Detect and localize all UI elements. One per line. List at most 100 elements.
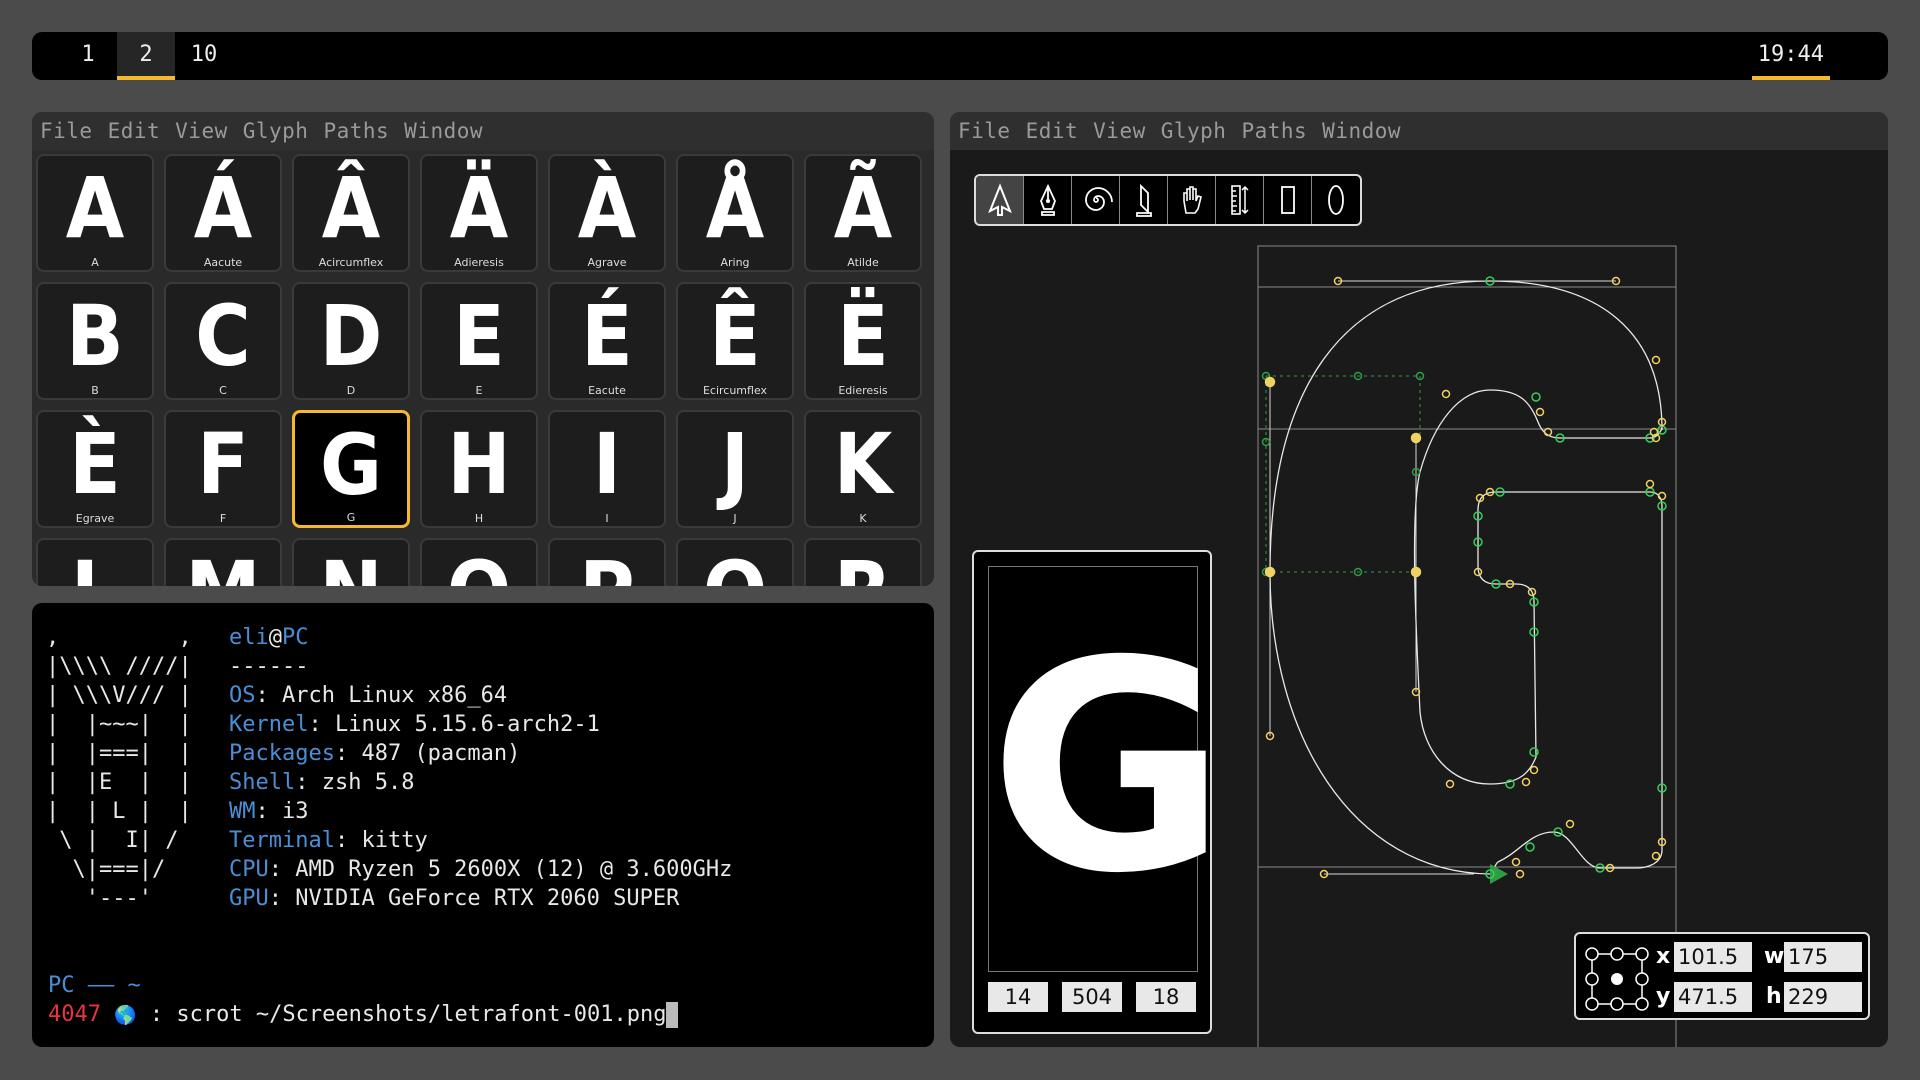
- glyph-name-label: D: [346, 384, 356, 397]
- glyph-cell[interactable]: CC: [164, 282, 282, 400]
- glyph-cell[interactable]: FF: [164, 410, 282, 528]
- glyph-character: P: [556, 542, 659, 586]
- pointer-tool-button[interactable]: [976, 176, 1024, 224]
- glyph-cell[interactable]: P: [548, 538, 666, 586]
- y-field[interactable]: 471.5: [1674, 982, 1752, 1012]
- anchor-point-selector[interactable]: [1582, 942, 1652, 1012]
- workspace-1-button[interactable]: 1: [59, 32, 117, 80]
- glyph-character: D: [319, 287, 383, 385]
- width-field[interactable]: 175: [1784, 942, 1862, 972]
- control-handle-node[interactable]: [1445, 779, 1455, 789]
- selected-node[interactable]: [1264, 376, 1276, 388]
- advance-width-field[interactable]: 504: [1062, 982, 1122, 1012]
- measure-tool-button[interactable]: [1216, 176, 1264, 224]
- glyph-cell[interactable]: Å Aring: [676, 154, 794, 272]
- system-info-line: Kernel: Linux 5.15.6-arch2-1: [229, 712, 600, 738]
- control-handle-node[interactable]: [1645, 479, 1655, 489]
- menu-paths[interactable]: Paths: [323, 119, 389, 143]
- height-field[interactable]: 229: [1784, 982, 1862, 1012]
- info-value: : i3: [255, 799, 309, 824]
- glyph-cell[interactable]: Â Acircumflex: [292, 154, 410, 272]
- hand-tool-button[interactable]: [1168, 176, 1216, 224]
- system-info-line: Packages: 487 (pacman): [229, 741, 520, 767]
- glyph-cell[interactable]: È Egrave: [36, 410, 154, 528]
- system-info-line: Terminal: kitty: [229, 828, 428, 854]
- menu-view[interactable]: View: [175, 119, 228, 143]
- control-handle-node[interactable]: [1521, 777, 1531, 787]
- glyph-cell[interactable]: EE: [420, 282, 538, 400]
- on-curve-node[interactable]: [1525, 842, 1535, 852]
- construction-guides: [1265, 375, 1421, 573]
- ascii-art-line: \ | I| /: [46, 828, 179, 853]
- on-curve-node[interactable]: [1529, 747, 1539, 757]
- glyph-character: H: [447, 415, 511, 513]
- control-handle-node[interactable]: [1511, 857, 1521, 867]
- pen-tool-button[interactable]: [1024, 176, 1072, 224]
- control-handle-node[interactable]: [1535, 407, 1545, 417]
- menu-file[interactable]: File: [40, 119, 93, 143]
- glyph-cell[interactable]: GG: [292, 410, 410, 528]
- menu-window[interactable]: Window: [404, 119, 483, 143]
- glyph-cell[interactable]: Ä Adieresis: [420, 154, 538, 272]
- user-host: eli@PC: [229, 625, 309, 651]
- status-bar: 1 2 10 19:44: [32, 32, 1888, 80]
- control-handle-node[interactable]: [1441, 389, 1451, 399]
- rectangle-tool-button[interactable]: [1264, 176, 1312, 224]
- glyph-cell[interactable]: É Eacute: [548, 282, 666, 400]
- glyph-cell[interactable]: À Agrave: [548, 154, 666, 272]
- outline-nodes[interactable]: [1261, 276, 1667, 879]
- glyph-cell[interactable]: M: [164, 538, 282, 586]
- on-curve-node[interactable]: [1531, 392, 1541, 402]
- glyph-name-label: E: [475, 384, 483, 397]
- glyph-cell[interactable]: Ë Edieresis: [804, 282, 922, 400]
- glyph-cell[interactable]: Q: [676, 538, 794, 586]
- control-handle-node[interactable]: [1565, 819, 1575, 829]
- menu-edit[interactable]: Edit: [108, 119, 161, 143]
- system-info-line: Shell: zsh 5.8: [229, 770, 414, 796]
- prompt-line[interactable]: 4047 🌎 : scrot ~/Screenshots/letrafont-0…: [48, 1002, 679, 1029]
- glyph-cell[interactable]: JJ: [676, 410, 794, 528]
- username: eli: [229, 625, 269, 650]
- glyph-outer-contour[interactable]: [1269, 280, 1663, 875]
- left-bearing-field[interactable]: 14: [988, 982, 1048, 1012]
- glyph-cell[interactable]: BB: [36, 282, 154, 400]
- spiral-tool-button[interactable]: [1072, 176, 1120, 224]
- glyph-cell[interactable]: Ã Atilde: [804, 154, 922, 272]
- glyph-cell[interactable]: DD: [292, 282, 410, 400]
- glyph-name-label: C: [219, 384, 227, 397]
- glyph-character: Á: [193, 159, 253, 257]
- control-handle-node[interactable]: [1651, 355, 1661, 365]
- at-sign: @: [268, 625, 282, 650]
- selection-transform-panel: x 101.5 y 471.5 w 175 h 229: [1574, 932, 1870, 1020]
- glyph-cell[interactable]: AA: [36, 154, 154, 272]
- workspace-2-button[interactable]: 2: [117, 32, 175, 80]
- glyph-cell[interactable]: HH: [420, 410, 538, 528]
- selected-node[interactable]: [1264, 566, 1276, 578]
- control-handle-node[interactable]: [1515, 869, 1525, 879]
- terminal-window[interactable]: , , |\\\\ ////| | \\\V/// | | |~~~| | | |===…: [32, 603, 934, 1047]
- right-bearing-field[interactable]: 18: [1136, 982, 1196, 1012]
- glyph-cell[interactable]: N: [292, 538, 410, 586]
- menu-glyph[interactable]: Glyph: [243, 119, 309, 143]
- ascii-art-line: | |E | |: [46, 770, 192, 795]
- glyph-cell[interactable]: O: [420, 538, 538, 586]
- selected-node[interactable]: [1410, 566, 1422, 578]
- workspace-10-button[interactable]: 10: [175, 32, 233, 80]
- x-field[interactable]: 101.5: [1674, 942, 1752, 972]
- glyph-cell[interactable]: Á Aacute: [164, 154, 282, 272]
- control-handle-node[interactable]: [1529, 765, 1539, 775]
- glyph-cell[interactable]: KK: [804, 410, 922, 528]
- glyph-cell[interactable]: Ê Ecircumflex: [676, 282, 794, 400]
- control-handle-node[interactable]: [1651, 851, 1661, 861]
- command-input[interactable]: : scrot ~/Screenshots/letrafont-001.png: [137, 1002, 667, 1027]
- glyph-character: E: [453, 287, 505, 385]
- pencil-tool-button[interactable]: [1120, 176, 1168, 224]
- glyph-cell[interactable]: R: [804, 538, 922, 586]
- glyph-character: L: [44, 542, 147, 586]
- selected-node[interactable]: [1410, 432, 1422, 444]
- text-cursor: [666, 1002, 679, 1028]
- ellipse-tool-button[interactable]: [1312, 176, 1360, 224]
- glyph-cell[interactable]: L: [36, 538, 154, 586]
- glyph-character: B: [66, 287, 124, 385]
- glyph-cell[interactable]: II: [548, 410, 666, 528]
